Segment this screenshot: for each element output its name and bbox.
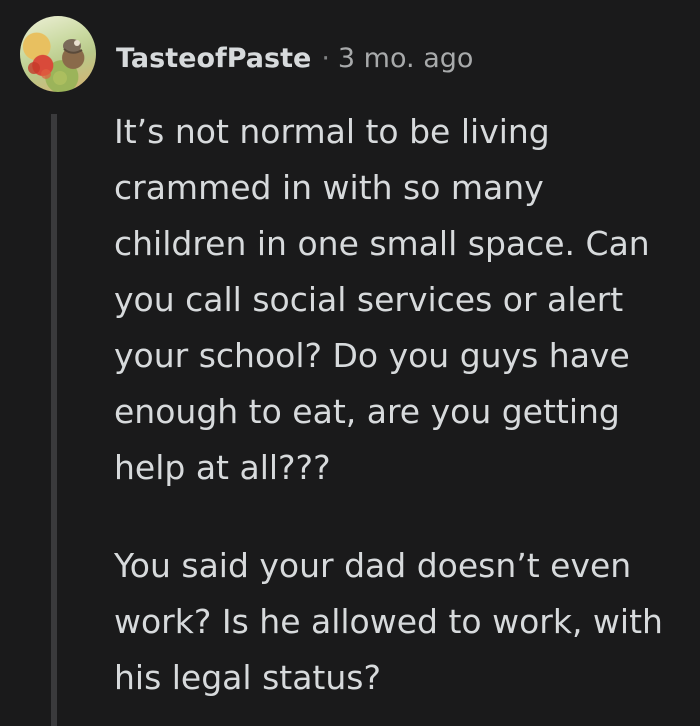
- comment: TasteofPaste · 3 mo. ago It’s not normal…: [0, 0, 700, 726]
- comment-header: TasteofPaste · 3 mo. ago: [116, 38, 473, 78]
- comment-body: It’s not normal to be living crammed in …: [114, 104, 684, 706]
- comment-paragraph: You said your dad doesn’t even work? Is …: [114, 546, 663, 697]
- comment-timestamp[interactable]: 3 mo. ago: [338, 43, 473, 74]
- username-link[interactable]: TasteofPaste: [116, 43, 311, 74]
- thread-collapse-line[interactable]: [51, 114, 57, 726]
- comment-paragraph: It’s not normal to be living crammed in …: [114, 112, 650, 487]
- meta-separator: ·: [321, 42, 330, 74]
- avatar-image-icon: [28, 39, 83, 85]
- user-avatar[interactable]: [20, 16, 96, 92]
